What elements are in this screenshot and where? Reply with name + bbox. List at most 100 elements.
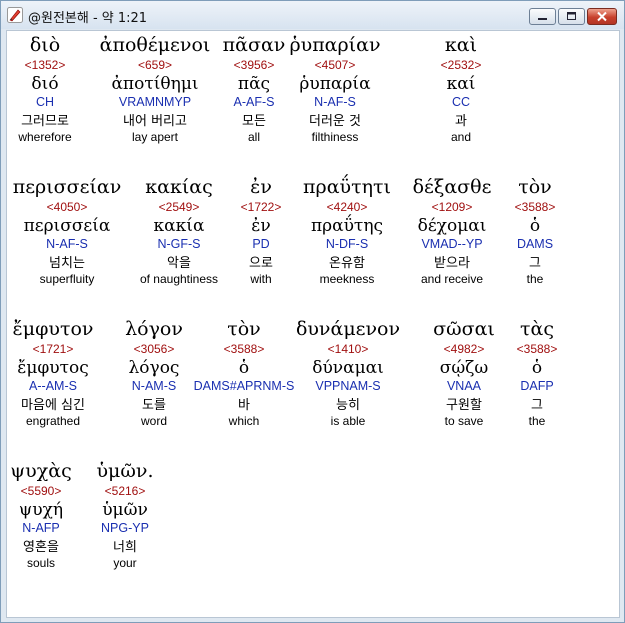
word-column-2[interactable]: ἀποθέμενοι <659> ἀποτίθημι VRAMNMYP 내어 버리고 la… (100, 34, 211, 145)
korean-gloss: 온유함 (329, 256, 365, 271)
korean-gloss: 도를 (142, 398, 166, 413)
lemma-word: λόγος (128, 358, 180, 378)
strong-number[interactable]: <5216> (97, 484, 154, 500)
lemma-word: ῥυπαρία (299, 74, 371, 94)
greek-word: λόγον (125, 318, 183, 340)
korean-gloss: 내어 버리고 (123, 114, 187, 129)
lemma-word: δέχομαι (417, 216, 487, 236)
greek-word: σῶσαι (433, 318, 495, 340)
strong-number[interactable]: <4982> (433, 342, 495, 358)
strong-number[interactable]: <4050> (13, 200, 122, 216)
greek-word: ἐν (250, 176, 272, 198)
lemma-word: περισσεία (23, 216, 111, 236)
word-column-12[interactable]: ἔμφυτον <1721> ἔμφυτος A--AM-S 마음에 심긴 engrath… (13, 318, 94, 429)
strong-number[interactable]: <3588> (194, 342, 295, 358)
parsing-code: VPPNAM-S (315, 379, 381, 393)
lemma-word: πραΰτης (310, 216, 384, 236)
minimize-icon (538, 18, 547, 20)
word-column-10[interactable]: δέξασθε <1209> δέχομαι VMAD--YP 받으라 and recei… (413, 176, 492, 287)
korean-gloss: 모든 (242, 114, 266, 129)
lemma-word: ἐν (251, 216, 271, 236)
word-column-4[interactable]: ῥυπαρίαν <4507> ῥυπαρία N-AF-S 더러운 것 filthine… (289, 34, 380, 145)
close-button[interactable] (587, 8, 617, 25)
greek-word: ῥυπαρίαν (289, 34, 381, 56)
word-column-3[interactable]: πᾶσαν <3956> πᾶς A-AF-S 모든 all (223, 34, 286, 145)
word-column-11[interactable]: τὸν <3588> ὁ DAMS 그 the (515, 176, 556, 287)
english-gloss: with (250, 272, 272, 286)
korean-gloss: 구원할 (446, 398, 482, 413)
greek-word: δυνάμενον (295, 318, 401, 340)
parsing-code: N-GF-S (157, 237, 201, 251)
strong-number[interactable]: <5590> (10, 484, 71, 500)
greek-word: διὸ (29, 34, 61, 56)
app-pen-icon (7, 7, 23, 23)
english-gloss: lay apert (131, 130, 179, 144)
word-column-9[interactable]: πραΰτητι <4240> πραΰτης N-DF-S 온유함 meekness (303, 176, 391, 287)
lemma-word: ψυχή (18, 500, 64, 520)
word-column-14[interactable]: τὸν <3588> ὁ DAMS#APRNM-S 바 which (194, 318, 295, 429)
parsing-code: A--AM-S (29, 379, 77, 393)
word-column-15[interactable]: δυνάμενον <1410> δύναμαι VPPNAM-S 능히 is able (296, 318, 400, 429)
maximize-icon (567, 12, 576, 20)
strong-number[interactable]: <659> (100, 58, 211, 74)
parsing-code: NPG-YP (101, 521, 149, 535)
korean-gloss: 마음에 심긴 (21, 398, 85, 413)
english-gloss: to save (444, 414, 484, 428)
english-gloss: of naughtiness (139, 272, 219, 286)
korean-gloss: 그 (531, 398, 543, 413)
english-gloss: which (228, 414, 260, 428)
strong-number[interactable]: <4507> (289, 58, 380, 74)
word-column-5[interactable]: καὶ <2532> καί CC 과 and (441, 34, 482, 145)
word-column-6[interactable]: περισσείαν <4050> περισσεία N-AF-S 넘치는 superf… (13, 176, 122, 287)
greek-word: τὸν (227, 318, 261, 340)
word-column-18[interactable]: ψυχὰς <5590> ψυχή N-AFP 영혼을 souls (10, 460, 71, 571)
strong-number[interactable]: <1410> (296, 342, 400, 358)
greek-word: περισσείαν (12, 176, 122, 198)
strong-number[interactable]: <1352> (18, 58, 71, 74)
window-title: @원전본해 - 약 1:21 (28, 11, 148, 26)
english-gloss: meekness (319, 272, 375, 286)
strong-number[interactable]: <3056> (125, 342, 183, 358)
parsing-code: N-AF-S (314, 95, 356, 109)
minimize-button[interactable] (529, 8, 556, 25)
word-column-13[interactable]: λόγον <3056> λόγος N-AM-S 도를 word (125, 318, 183, 429)
greek-word: τὸν (518, 176, 552, 198)
english-gloss: is able (330, 414, 366, 428)
strong-number[interactable]: <3588> (517, 342, 558, 358)
greek-word: καὶ (444, 34, 478, 56)
lemma-word: διό (31, 74, 59, 94)
word-column-1[interactable]: διὸ <1352> διό CH 그러므로 wherefore (18, 34, 71, 145)
strong-number[interactable]: <3956> (223, 58, 286, 74)
maximize-button[interactable] (558, 8, 585, 25)
strong-number[interactable]: <2549> (140, 200, 218, 216)
greek-word: τὰς (520, 318, 554, 340)
parsing-code: N-AF-S (46, 237, 88, 251)
greek-word: πραΰτητι (303, 176, 391, 198)
english-gloss: superfluity (39, 272, 95, 286)
word-column-17[interactable]: τὰς <3588> ὁ DAFP 그 the (517, 318, 558, 429)
greek-word: ἀποθέμενοι (99, 34, 211, 56)
title-bar[interactable]: @원전본해 - 약 1:21 (1, 1, 624, 29)
english-gloss: filthiness (311, 130, 359, 144)
parsing-code: VMAD--YP (421, 237, 483, 251)
word-column-8[interactable]: ἐν <1722> ἐν PD 으로 with (241, 176, 282, 287)
word-column-19[interactable]: ὑμῶν. <5216> ὑμῶν NPG-YP 너희 your (97, 460, 154, 571)
strong-number[interactable]: <1721> (13, 342, 94, 358)
strong-number[interactable]: <2532> (441, 58, 482, 74)
lemma-word: κακία (153, 216, 205, 236)
parsing-code: A-AF-S (233, 95, 275, 109)
korean-gloss: 너희 (113, 540, 137, 555)
english-gloss: word (140, 414, 168, 428)
lemma-word: δύναμαι (312, 358, 384, 378)
word-column-7[interactable]: κακίας <2549> κακία N-GF-S 악을 of naughtiness (140, 176, 218, 287)
korean-gloss: 영혼을 (23, 540, 59, 555)
korean-gloss: 으로 (249, 256, 273, 271)
lemma-word: ὁ (529, 216, 541, 236)
parsing-code: DAMS#APRNM-S (193, 379, 295, 393)
strong-number[interactable]: <1722> (241, 200, 282, 216)
word-column-16[interactable]: σῶσαι <4982> σῴζω VNAA 구원할 to save (433, 318, 495, 429)
strong-number[interactable]: <4240> (303, 200, 391, 216)
strong-number[interactable]: <3588> (515, 200, 556, 216)
greek-word: ἔμφυτον (12, 318, 94, 340)
strong-number[interactable]: <1209> (413, 200, 492, 216)
